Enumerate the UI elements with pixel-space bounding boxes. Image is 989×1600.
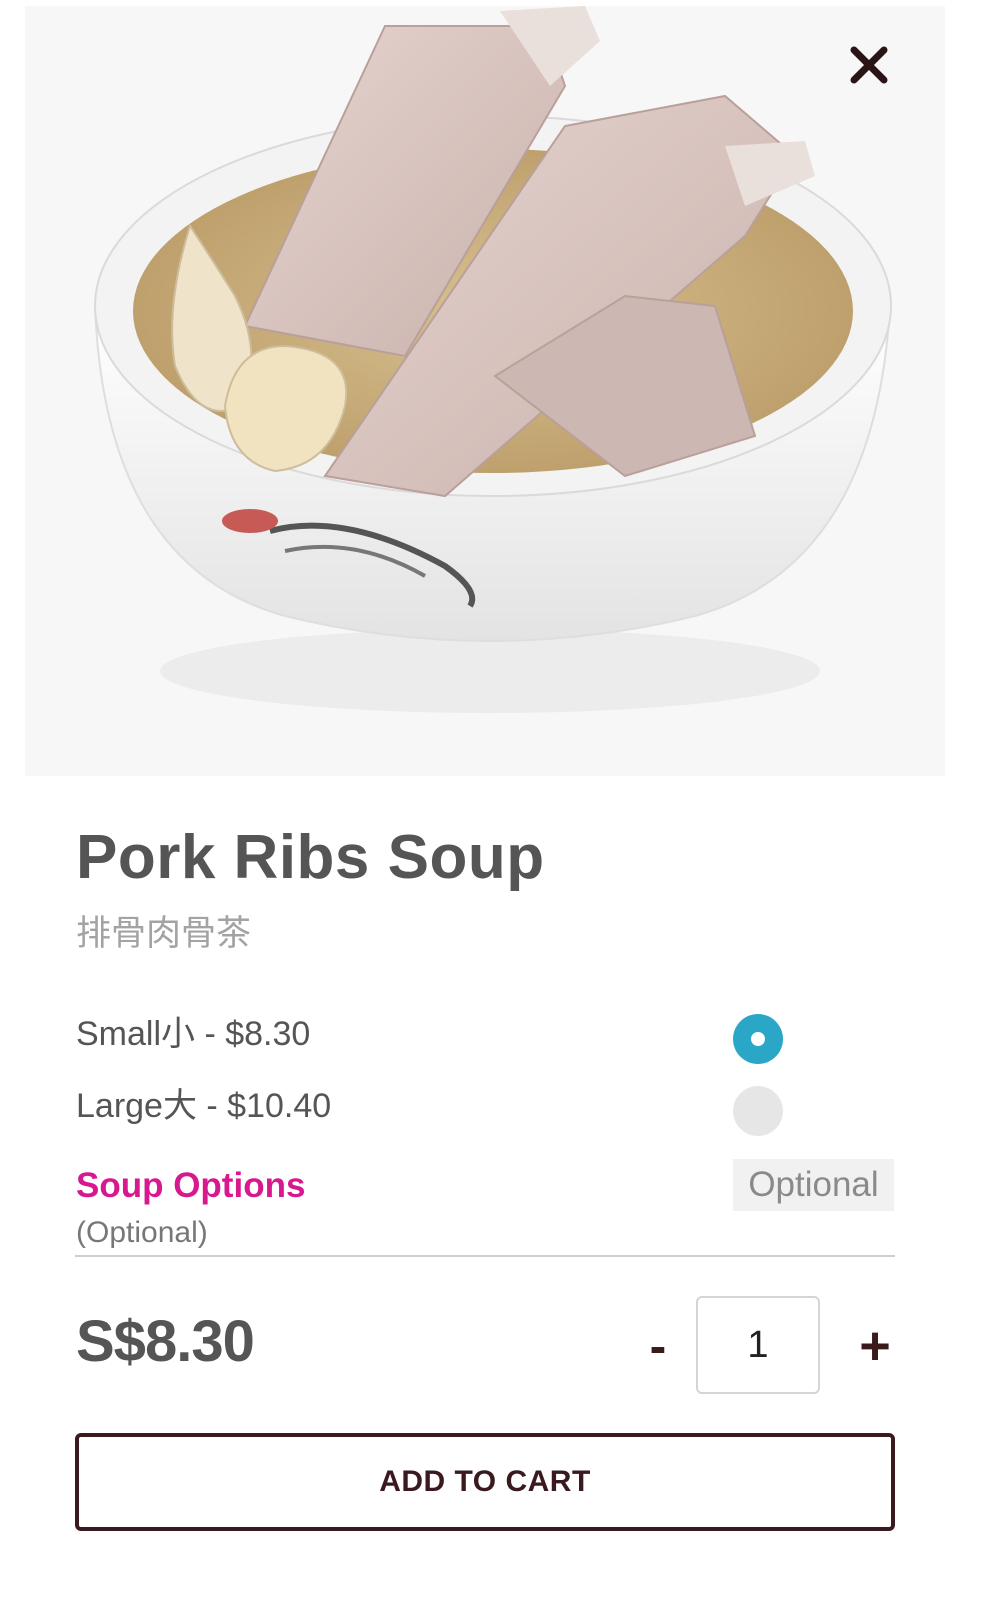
size-option-large-label: Large大 - $10.40 bbox=[76, 1087, 332, 1125]
soup-options-subtitle: (Optional) bbox=[76, 1216, 208, 1249]
size-option-small-radio[interactable] bbox=[733, 1014, 783, 1064]
soup-options-title[interactable]: Soup Options bbox=[76, 1166, 305, 1206]
quantity-input[interactable]: 1 bbox=[696, 1296, 820, 1394]
increase-quantity-button[interactable]: + bbox=[852, 1316, 898, 1376]
product-image bbox=[25, 6, 945, 776]
divider bbox=[75, 1255, 895, 1257]
add-to-cart-button[interactable]: ADD TO CART bbox=[75, 1433, 895, 1531]
close-icon[interactable] bbox=[848, 44, 890, 86]
size-option-small-label: Small小 - $8.30 bbox=[76, 1015, 311, 1053]
total-price: S$8.30 bbox=[76, 1309, 255, 1374]
product-subtitle-chinese: 排骨肉骨茶 bbox=[76, 914, 252, 953]
optional-badge: Optional bbox=[733, 1159, 894, 1211]
product-title: Pork Ribs Soup bbox=[76, 823, 545, 892]
decrease-quantity-button[interactable]: - bbox=[640, 1318, 676, 1374]
size-option-large-radio[interactable] bbox=[733, 1086, 783, 1136]
